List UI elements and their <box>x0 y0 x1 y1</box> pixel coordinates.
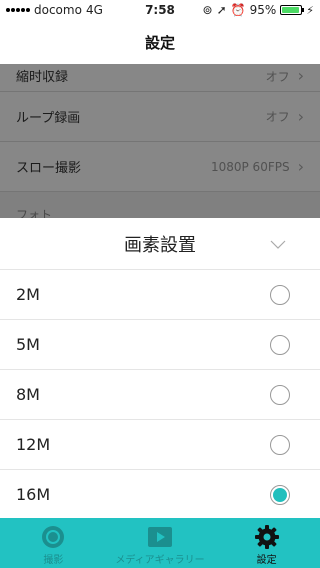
option-label: 8M <box>16 385 40 404</box>
radio-button[interactable] <box>270 334 290 355</box>
status-left: docomo 4G <box>6 3 203 17</box>
status-bar: docomo 4G 7:58 ⊚ ➚ ⏰ 95% ⚡ <box>0 0 320 20</box>
tab-media-gallery[interactable]: メディアギャラリー <box>107 518 214 568</box>
orientation-lock-icon: ⊚ <box>202 3 213 17</box>
camera-lens-icon <box>40 523 66 551</box>
page-title: 設定 <box>144 33 175 52</box>
option-8m[interactable]: 8M <box>0 370 320 420</box>
sheet-header: 画素設置 <box>0 218 320 270</box>
resolution-sheet: 画素設置 2M 5M 8M 12M 16M <box>0 218 320 520</box>
option-12m[interactable]: 12M <box>0 420 320 470</box>
tab-label: メディアギャラリー <box>115 555 205 566</box>
battery-level <box>282 7 300 13</box>
location-icon: ➚ <box>216 3 227 17</box>
option-16m[interactable]: 16M <box>0 470 320 520</box>
tab-settings[interactable]: 設定 <box>213 518 320 568</box>
play-icon <box>147 523 173 551</box>
option-label: 2M <box>16 285 40 304</box>
navigation-bar: 設定 <box>0 20 320 64</box>
network-type: 4G <box>85 3 103 17</box>
radio-button-selected[interactable] <box>270 484 290 505</box>
gear-icon <box>254 523 280 551</box>
alarm-icon: ⏰ <box>230 3 246 17</box>
status-right: ⊚ ➚ ⏰ 95% ⚡ <box>203 3 314 17</box>
battery-icon <box>280 5 305 15</box>
charging-icon: ⚡ <box>306 3 314 17</box>
option-2m[interactable]: 2M <box>0 270 320 320</box>
option-5m[interactable]: 5M <box>0 320 320 370</box>
sheet-title: 画素設置 <box>124 234 196 256</box>
dim-overlay[interactable] <box>0 64 320 224</box>
carrier-name: docomo <box>34 3 82 17</box>
radio-button[interactable] <box>270 384 290 405</box>
option-label: 12M <box>16 435 51 454</box>
tab-label: 設定 <box>256 555 277 566</box>
tab-capture[interactable]: 撮影 <box>0 518 107 568</box>
tab-bar: 撮影 メディアギャラリー 設定 <box>0 518 320 568</box>
chevron-down-icon[interactable] <box>270 236 286 252</box>
tab-label: 撮影 <box>43 555 64 566</box>
battery-percent: 95% <box>249 3 277 17</box>
radio-button[interactable] <box>270 284 290 305</box>
signal-icon <box>6 8 30 12</box>
radio-dot <box>273 487 287 502</box>
option-label: 16M <box>16 485 51 504</box>
option-label: 5M <box>16 335 40 354</box>
radio-button[interactable] <box>270 434 290 455</box>
